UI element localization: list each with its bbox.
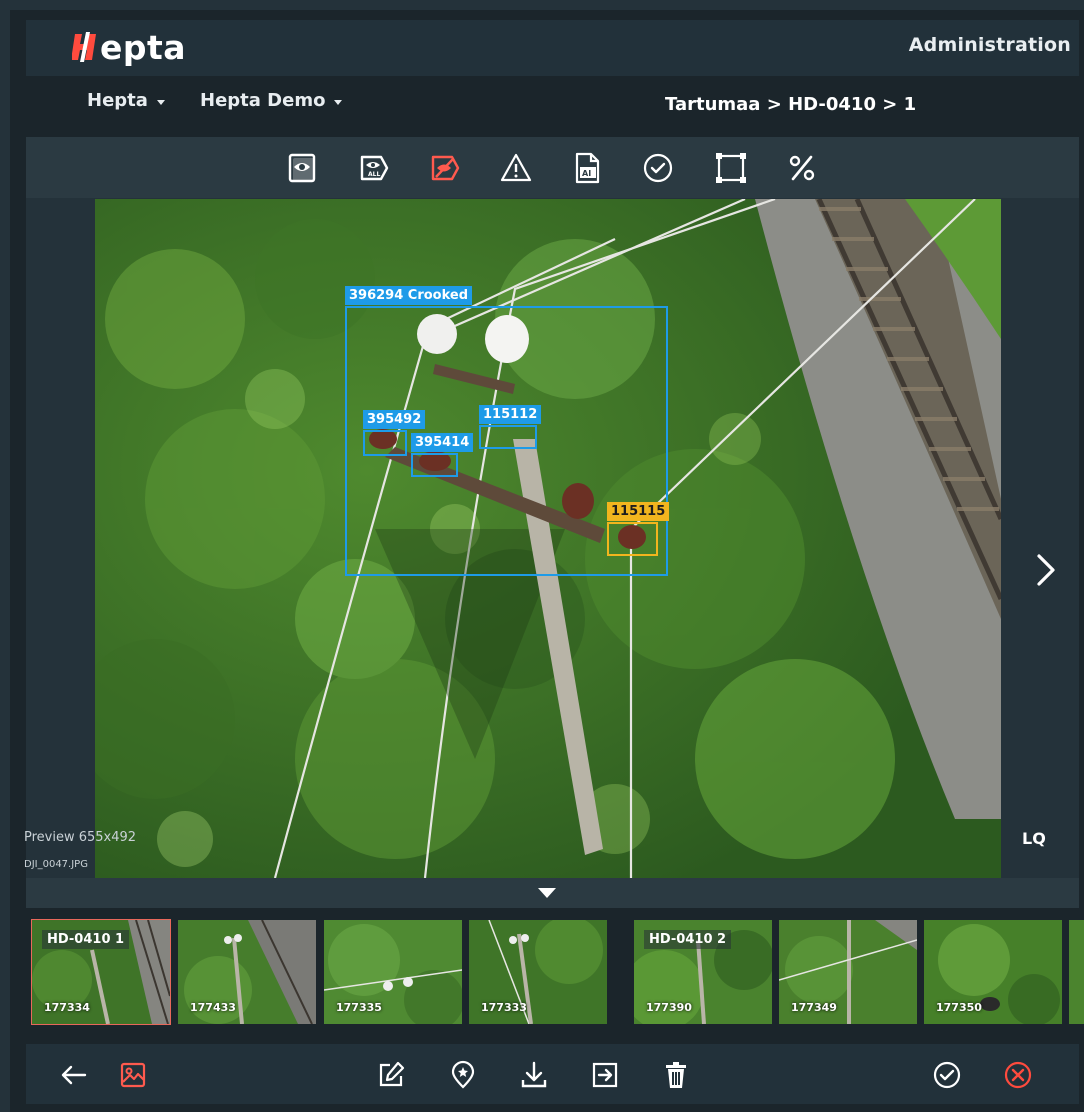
thumbnail-group-label: HD-0410 1 <box>42 930 130 949</box>
svg-text:ALL: ALL <box>368 171 380 178</box>
inspection-photo[interactable]: 396294 Crooked 395492 395414 115112 1151… <box>95 199 1001 878</box>
location-pin-icon <box>451 1060 475 1089</box>
thumbnail-id: 177334 <box>44 1001 90 1014</box>
detection-box[interactable]: 395414 <box>411 433 474 477</box>
thumbnail-partial[interactable] <box>1069 920 1084 1024</box>
trash-icon <box>666 1062 686 1088</box>
ai-file-icon: AI <box>575 152 600 184</box>
check-circle-icon <box>643 153 673 183</box>
thumbnail-id: 177390 <box>646 1001 692 1014</box>
logo-text: epta <box>100 27 187 67</box>
filmstrip-collapse-bar <box>26 878 1079 908</box>
thumbnail[interactable]: 177333 <box>469 920 607 1024</box>
image-toolbar: ALL AI <box>26 137 1079 198</box>
thumbnail[interactable]: HD-0410 2 177390 <box>634 920 772 1024</box>
thumbnail-group-label: HD-0410 2 <box>644 930 732 949</box>
thumbnail[interactable]: 177349 <box>779 920 917 1024</box>
window-frame-left <box>0 0 10 1112</box>
detection-box[interactable]: 395492 <box>363 410 426 456</box>
top-bar: epta Administration <box>26 20 1079 76</box>
thumbnail[interactable]: 177350 <box>924 920 1062 1024</box>
administration-link[interactable]: Administration <box>909 34 1071 56</box>
warning-button[interactable] <box>497 149 535 187</box>
detection-box[interactable]: 115112 <box>479 405 542 449</box>
filmstrip: HD-0410 1 177334 177433 177335 177333 HD… <box>26 910 1084 1038</box>
view-single-icon <box>288 153 316 183</box>
image-icon <box>120 1062 146 1088</box>
thumbnail-image <box>1069 920 1084 1024</box>
image-viewer: 396294 Crooked 395492 395414 115112 1151… <box>24 198 1079 878</box>
thumbnail-id: 177335 <box>336 1001 382 1014</box>
thumbnail-id: 177333 <box>481 1001 527 1014</box>
back-button[interactable] <box>56 1057 92 1093</box>
nav-bar: Hepta Hepta Demo Tartumaa > HD-0410 > 1 <box>26 80 1079 130</box>
logo-mark-icon <box>71 30 98 64</box>
project-dropdown-label: Hepta Demo <box>200 90 326 111</box>
detection-label: 115115 <box>607 502 670 521</box>
download-button[interactable] <box>516 1057 552 1093</box>
collapse-toggle-icon[interactable] <box>538 888 556 898</box>
view-all-icon: ALL <box>360 155 389 181</box>
hepta-logo[interactable]: epta <box>71 26 187 68</box>
quality-badge[interactable]: LQ <box>1022 829 1046 848</box>
chevron-down-icon <box>156 99 165 105</box>
bottom-action-bar <box>26 1044 1079 1104</box>
detection-label: 395492 <box>363 410 426 429</box>
edit-icon <box>379 1061 405 1087</box>
project-dropdown[interactable]: Hepta Demo <box>200 90 343 111</box>
chevron-right-icon <box>1037 554 1055 586</box>
file-name-text: DJI_0047.JPG <box>24 859 88 870</box>
export-icon <box>592 1062 618 1088</box>
thumbnail-id: 177349 <box>791 1001 837 1014</box>
image-button[interactable] <box>115 1057 151 1093</box>
delete-button[interactable] <box>658 1057 694 1093</box>
thumbnail-id: 177433 <box>190 1001 236 1014</box>
thumbnail[interactable]: 177335 <box>324 920 462 1024</box>
chevron-down-icon <box>334 99 343 105</box>
edit-button[interactable] <box>373 1057 409 1093</box>
hide-labels-button[interactable] <box>426 149 464 187</box>
percent-button[interactable] <box>783 149 821 187</box>
detection-label: 115112 <box>479 405 542 424</box>
bounding-box-icon <box>716 153 746 183</box>
export-button[interactable] <box>587 1057 623 1093</box>
warning-icon <box>500 153 532 182</box>
window-frame-top <box>0 0 1084 10</box>
check-circle-button[interactable] <box>639 149 677 187</box>
thumbnail[interactable]: 177433 <box>178 920 316 1024</box>
next-image-button[interactable] <box>1028 548 1064 592</box>
view-single-button[interactable] <box>284 149 322 187</box>
detection-label: 396294 Crooked <box>345 286 473 305</box>
reject-button[interactable] <box>1000 1057 1036 1093</box>
thumbnail[interactable]: HD-0410 1 177334 <box>31 919 171 1025</box>
approve-check-icon <box>933 1061 961 1089</box>
location-button[interactable] <box>445 1057 481 1093</box>
ai-file-button[interactable]: AI <box>568 149 606 187</box>
preview-size-text: Preview 655x492 <box>24 830 137 845</box>
org-dropdown-label: Hepta <box>87 90 148 111</box>
view-all-button[interactable]: ALL <box>355 149 393 187</box>
breadcrumb[interactable]: Tartumaa > HD-0410 > 1 <box>665 94 916 115</box>
detection-label: 395414 <box>411 433 474 452</box>
thumbnail-id: 177350 <box>936 1001 982 1014</box>
download-icon <box>521 1061 547 1088</box>
hide-labels-icon <box>431 155 460 181</box>
reject-close-icon <box>1004 1061 1032 1089</box>
svg-text:AI: AI <box>582 169 591 178</box>
back-arrow-icon <box>61 1065 87 1085</box>
org-dropdown[interactable]: Hepta <box>87 90 165 111</box>
detection-box[interactable]: 115115 <box>607 502 670 556</box>
approve-button[interactable] <box>929 1057 965 1093</box>
percent-icon <box>789 155 815 181</box>
bounding-box-button[interactable] <box>712 149 750 187</box>
